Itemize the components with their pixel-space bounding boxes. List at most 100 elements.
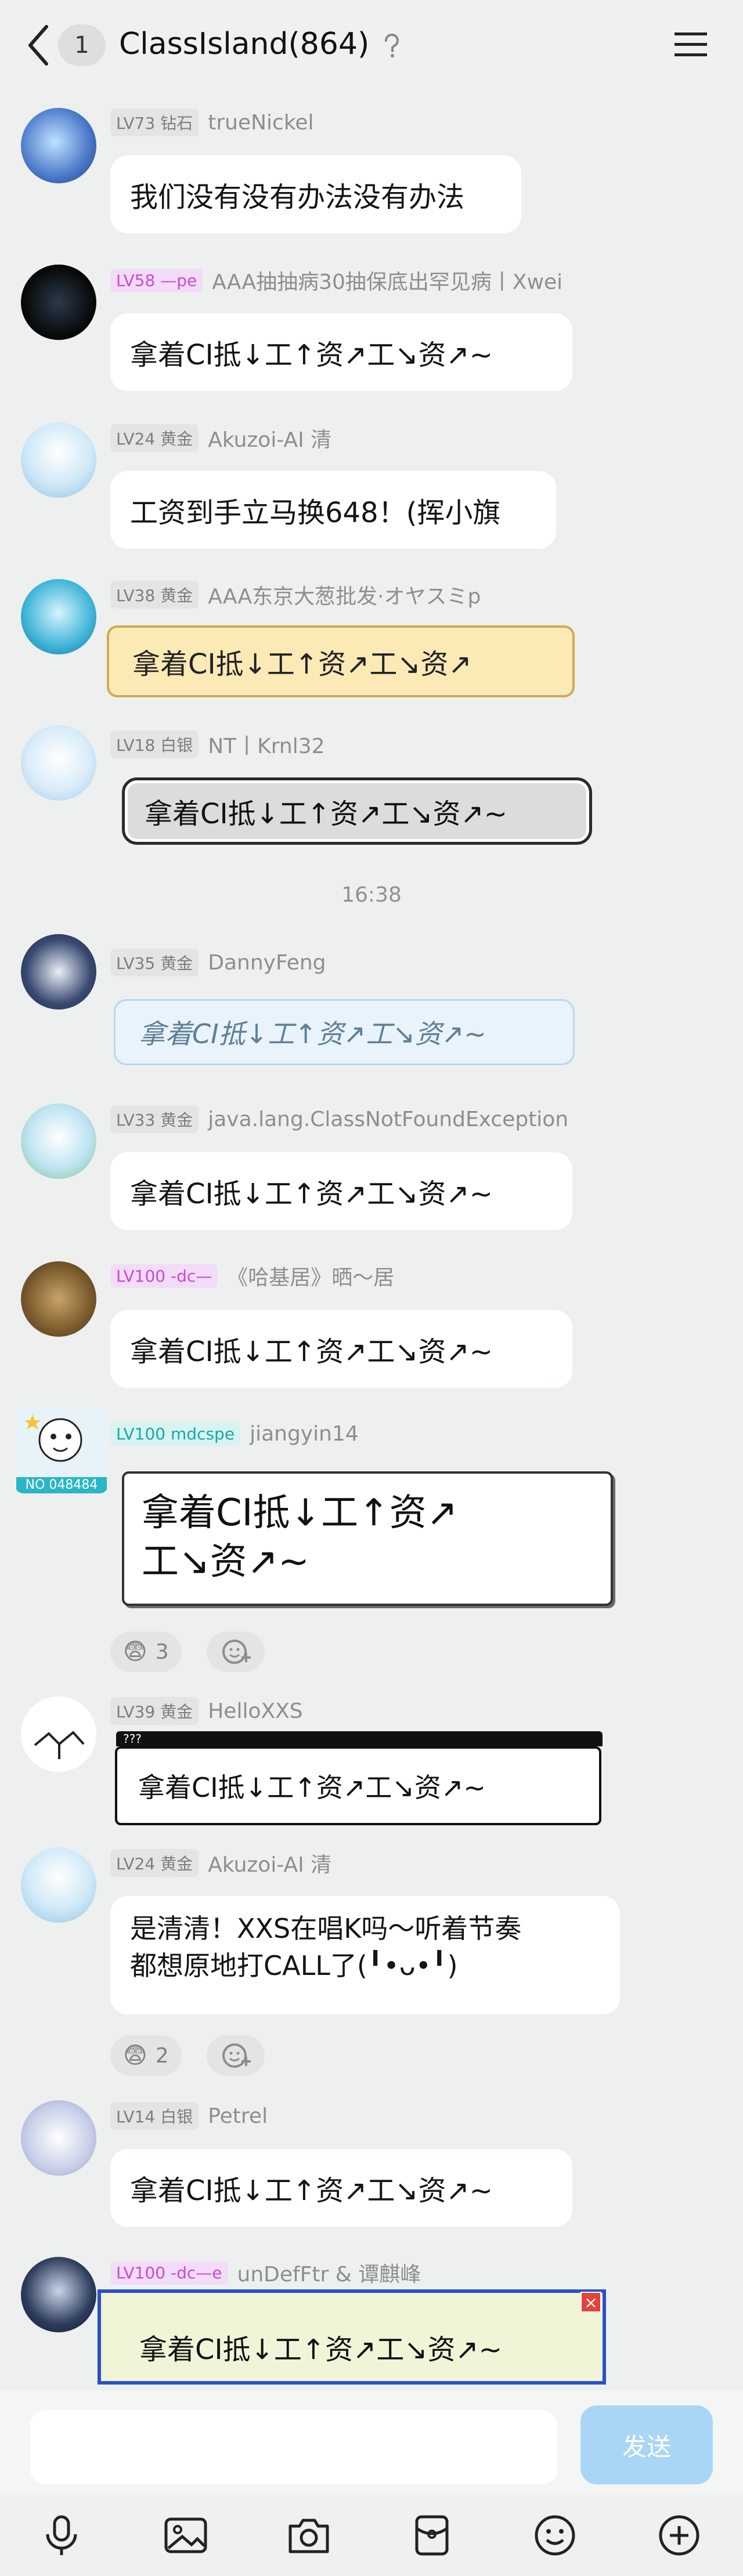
add-reaction-icon [222, 2043, 251, 2068]
input-toolbar [0, 2492, 743, 2576]
avatar[interactable] [21, 725, 96, 801]
avatar[interactable] [21, 934, 96, 1010]
plus-icon[interactable] [656, 2512, 702, 2559]
sender-nickname[interactable]: AAA东京大葱批发·オヤスミp [208, 580, 481, 610]
sender-info: LV24 黄金 Akuzoi-AI 清 [110, 1848, 331, 1877]
message-bubble[interactable]: 拿着CI抵↓工↑资↗工↘资↗~ [110, 1152, 572, 1230]
window-title: ??? [123, 1732, 142, 1746]
molecule-icon [34, 1731, 85, 1759]
avatar[interactable] [21, 1104, 96, 1179]
sender-nickname[interactable]: Akuzoi-AI 清 [208, 1848, 331, 1878]
fearful-face-emoji-icon: 😨 [123, 1638, 147, 1665]
level-badge: LV24 黄金 [110, 1849, 199, 1877]
sender-info: LV14 白银 Petrel [110, 2101, 268, 2130]
sender-nickname[interactable]: Petrel [208, 2104, 268, 2128]
avatar[interactable] [21, 579, 96, 654]
add-reaction-icon [222, 1640, 251, 1664]
avatar[interactable]: NO 048484 [15, 1406, 108, 1493]
sender-info: LV58 —pe AAA抽抽病30抽保底出罕见病丨Xwei [110, 266, 562, 295]
message-input[interactable] [30, 2410, 557, 2484]
level-badge: LV100 -dc— [110, 1264, 218, 1288]
close-icon: × [580, 2292, 601, 2313]
message-text-line: 工↘资↗~ [142, 1540, 309, 1583]
add-reaction-button[interactable] [207, 2035, 265, 2076]
sender-info: LV100 -dc— 《哈基居》晒～居 [110, 1261, 394, 1290]
message-bubble[interactable]: 拿着CI抵↓工↑资↗工↘资↗~ [110, 313, 572, 391]
sender-info: LV33 黄金 java.lang.ClassNotFoundException [110, 1105, 568, 1134]
sender-nickname[interactable]: Akuzoi-AI 清 [208, 423, 331, 453]
level-badge: LV58 —pe [110, 268, 203, 292]
level-badge: LV33 黄金 [110, 1105, 199, 1133]
level-badge: LV24 黄金 [110, 424, 199, 452]
message-composer: 发送 [0, 2390, 743, 2492]
sender-nickname[interactable]: HelloXXS [208, 1699, 302, 1723]
sender-nickname[interactable]: trueNickel [208, 111, 313, 135]
level-badge: LV14 白银 [110, 2102, 199, 2130]
decorated-message-bubble[interactable]: 拿着CI抵↓工↑资↗工↘资↗~ [115, 1746, 601, 1825]
send-button[interactable]: 发送 [580, 2405, 713, 2484]
sender-nickname[interactable]: jiangyin14 [250, 1422, 359, 1446]
sender-info: LV73 钻石 trueNickel [110, 108, 314, 137]
message-bubble[interactable]: 我们没有没有办法没有办法 [110, 155, 521, 233]
reaction-chip[interactable]: 😨 2 [110, 2035, 182, 2076]
level-badge: LV73 钻石 [110, 108, 199, 136]
sender-info: LV39 黄金 HelloXXS [110, 1696, 303, 1725]
sender-nickname[interactable]: DannyFeng [208, 951, 326, 975]
reaction-count: 2 [155, 2043, 169, 2068]
avatar[interactable] [21, 108, 96, 183]
message-bubble[interactable]: 拿着CI抵↓工↑资↗工↘资↗~ [110, 2149, 572, 2227]
chat-title[interactable]: ClassIsland(864) [119, 27, 369, 61]
camera-icon[interactable] [286, 2512, 332, 2559]
level-badge: LV35 黄金 [110, 949, 199, 976]
chat-header: 1 ClassIsland(864) [0, 0, 743, 94]
message-text-line: 拿着CI抵↓工↑资↗ [142, 1492, 458, 1535]
avatar[interactable] [21, 1261, 96, 1337]
image-icon[interactable] [163, 2512, 209, 2559]
message-text-line: 都想原地打CALL了(╹•ᴗ•╹) [130, 1950, 458, 1981]
decorated-message-bubble[interactable]: 拿着CI抵↓工↑资↗工↘资↗ [107, 625, 575, 697]
unread-count-badge[interactable]: 1 [58, 24, 106, 66]
reaction-chip[interactable]: 😨 3 [110, 1631, 182, 1672]
snowman-icon [24, 1414, 82, 1462]
fearful-face-emoji-icon: 😨 [123, 2042, 147, 2069]
decorated-message-bubble[interactable]: 拿着CI抵↓工↑资↗ 工↘资↗~ [122, 1471, 613, 1606]
avatar[interactable] [21, 1847, 96, 1923]
message-bubble[interactable]: 拿着CI抵↓工↑资↗工↘资↗~ [110, 1310, 572, 1388]
red-packet-icon[interactable] [409, 2512, 455, 2559]
decorated-message-bubble[interactable]: 拿着CI抵↓工↑资↗工↘资↗~ [122, 777, 592, 845]
sender-info: LV100 mdcspe jiangyin14 [110, 1419, 359, 1448]
add-reaction-button[interactable] [207, 1631, 265, 1672]
sender-nickname[interactable]: AAA抽抽病30抽保底出罕见病丨Xwei [212, 265, 562, 295]
sender-info: LV38 黄金 AAA东京大葱批发·オヤスミp [110, 580, 481, 609]
decorated-message-bubble[interactable]: 拿着CI抵↓工↑资↗工↘资↗~ [114, 999, 575, 1065]
avatar[interactable] [21, 265, 96, 340]
window-title-bar: ??? [116, 1731, 603, 1746]
sender-nickname[interactable]: 《哈基居》晒～居 [227, 1261, 394, 1291]
avatar-caption: NO 048484 [16, 1477, 107, 1493]
sender-info: LV100 -dc—e unDefFtr & 谭麒峰 [110, 2258, 421, 2287]
decorated-message-bubble[interactable]: 拿着CI抵↓工↑资↗工↘资↗~ [98, 2289, 606, 2385]
sender-nickname[interactable]: NT丨Krnl32 [208, 729, 324, 759]
level-badge: LV39 黄金 [110, 1697, 199, 1725]
message-bubble[interactable]: 工资到手立马换648！(挥小旗 [110, 471, 556, 549]
time-divider: 16:38 [341, 883, 402, 907]
level-badge: LV38 黄金 [110, 581, 199, 609]
message-bubble[interactable]: 是清清！XXS在唱K吗～听着节奏 都想原地打CALL了(╹•ᴗ•╹) [110, 1896, 620, 2014]
avatar[interactable] [21, 1696, 96, 1772]
message-text-line: 是清清！XXS在唱K吗～听着节奏 [130, 1913, 522, 1944]
microphone-icon[interactable] [38, 2512, 85, 2559]
avatar[interactable] [21, 2257, 96, 2332]
sender-nickname[interactable]: java.lang.ClassNotFoundException [208, 1108, 568, 1131]
sender-info: LV35 黄金 DannyFeng [110, 948, 326, 977]
chevron-left-icon[interactable] [26, 23, 51, 67]
level-badge: LV100 -dc—e [110, 2260, 228, 2285]
avatar[interactable] [21, 2100, 96, 2176]
hamburger-menu-icon[interactable] [673, 30, 708, 59]
level-badge: LV18 白银 [110, 730, 199, 758]
question-mark-icon[interactable] [380, 32, 403, 59]
emoji-icon[interactable] [532, 2512, 578, 2559]
level-badge: LV100 mdcspe [110, 1421, 241, 1446]
sender-info: LV18 白银 NT丨Krnl32 [110, 730, 325, 759]
sender-nickname[interactable]: unDefFtr & 谭麒峰 [237, 2257, 421, 2288]
avatar[interactable] [21, 422, 96, 498]
